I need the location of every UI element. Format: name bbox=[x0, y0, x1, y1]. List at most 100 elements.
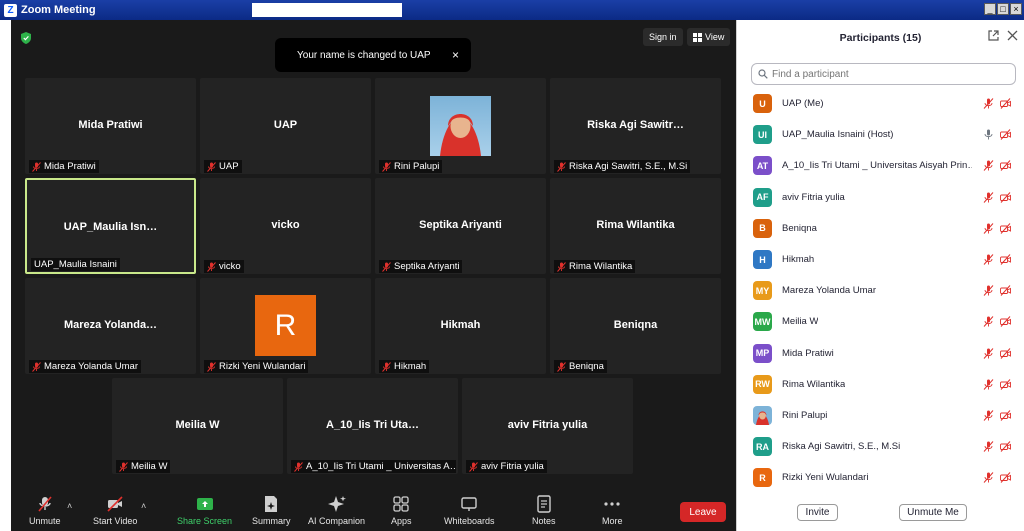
microphone-muted-icon[interactable] bbox=[983, 191, 994, 203]
participant-row[interactable]: MP Mida Pratiwi bbox=[737, 338, 1024, 369]
participant-row[interactable]: H Hikmah bbox=[737, 244, 1024, 275]
video-tile[interactable]: aviv Fitria yulia aviv Fitria yulia bbox=[462, 378, 633, 474]
share-screen-button[interactable]: Share Screen bbox=[177, 495, 232, 526]
microphone-muted-icon[interactable] bbox=[983, 316, 994, 328]
participant-row[interactable]: RA Riska Agi Sawitri, S.E., M.Si bbox=[737, 431, 1024, 462]
camera-off-icon[interactable] bbox=[1000, 347, 1011, 359]
participant-row[interactable]: AF aviv Fitria yulia bbox=[737, 182, 1024, 213]
camera-off-icon[interactable] bbox=[1000, 316, 1011, 328]
participant-name: UAP (Me) bbox=[782, 98, 824, 109]
view-label: View bbox=[705, 32, 725, 42]
whiteboards-button[interactable]: Whiteboards bbox=[444, 495, 495, 526]
camera-off-icon[interactable] bbox=[1000, 129, 1011, 141]
camera-off-icon[interactable] bbox=[1000, 378, 1011, 390]
video-tile[interactable]: UAP_Maulia Isn… UAP_Maulia Isnaini bbox=[25, 178, 196, 274]
video-tile[interactable]: Riska Agi Sawitr… Riska Agi Sawitri, S.E.… bbox=[550, 78, 721, 174]
unmute-button[interactable]: Unmute bbox=[29, 495, 61, 526]
leave-button[interactable]: Leave bbox=[680, 502, 726, 522]
microphone-muted-icon bbox=[32, 361, 41, 372]
participant-status-icons bbox=[983, 129, 1011, 141]
video-tile[interactable]: A_10_Iis Tri Uta… A_10_Iis Tri Utami _ Un… bbox=[287, 378, 458, 474]
toast-message: Your name is changed to UAP bbox=[297, 49, 431, 61]
video-tile[interactable]: R Rizki Yeni Wulandari bbox=[200, 278, 371, 374]
participant-row[interactable]: Rini Palupi bbox=[737, 400, 1024, 431]
chevron-up-icon[interactable]: ˄ bbox=[67, 501, 72, 511]
search-input[interactable] bbox=[772, 68, 1002, 80]
video-tile[interactable]: Septika Ariyanti Septika Ariyanti bbox=[375, 178, 546, 274]
camera-off-icon[interactable] bbox=[1000, 472, 1011, 484]
participant-status-icons bbox=[983, 254, 1011, 265]
window-titlebar: Z Zoom Meeting _ □ × bbox=[0, 0, 1024, 20]
tile-name-label: Riska Agi Sawitri, S.E., M.Si bbox=[554, 160, 691, 173]
camera-off-icon[interactable] bbox=[1000, 410, 1011, 421]
notes-button[interactable]: Notes bbox=[532, 495, 556, 526]
close-icon[interactable]: × bbox=[452, 48, 459, 62]
microphone-muted-icon[interactable] bbox=[983, 441, 994, 453]
invite-button[interactable]: Invite bbox=[797, 504, 838, 521]
close-window-icon[interactable]: × bbox=[1010, 3, 1022, 15]
participant-row[interactable]: UI UAP_Maulia Isnaini (Host) bbox=[737, 119, 1024, 150]
summary-button[interactable]: Summary bbox=[252, 495, 291, 526]
tile-display-name: UAP bbox=[273, 119, 298, 131]
video-tile[interactable]: Mida Pratiwi Mida Pratiwi bbox=[25, 78, 196, 174]
microphone-muted-icon bbox=[382, 261, 391, 272]
participant-row[interactable]: MY Mareza Yolanda Umar bbox=[737, 275, 1024, 306]
maximize-icon[interactable]: □ bbox=[997, 3, 1009, 15]
participant-row[interactable]: B Beniqna bbox=[737, 213, 1024, 244]
microphone-muted-icon[interactable] bbox=[983, 410, 994, 421]
sign-in-button[interactable]: Sign in bbox=[643, 28, 683, 46]
microphone-icon[interactable] bbox=[983, 129, 994, 140]
pop-out-icon[interactable] bbox=[988, 30, 999, 41]
grid-icon bbox=[693, 32, 702, 42]
window-title: Zoom Meeting bbox=[21, 4, 96, 16]
camera-off-icon[interactable] bbox=[1000, 98, 1011, 109]
camera-off-icon[interactable] bbox=[1000, 254, 1011, 265]
participant-name: Hikmah bbox=[782, 254, 815, 265]
microphone-muted-icon bbox=[557, 161, 566, 172]
video-tile[interactable]: Meilia W Meilia W bbox=[112, 378, 283, 474]
microphone-muted-icon[interactable] bbox=[983, 254, 994, 265]
camera-off-icon[interactable] bbox=[1000, 285, 1011, 297]
participant-row[interactable]: RW Rima Wilantika bbox=[737, 369, 1024, 400]
microphone-muted-icon[interactable] bbox=[983, 472, 994, 484]
more-button[interactable]: More bbox=[602, 495, 623, 526]
video-tile[interactable]: Rima Wilantika Rima Wilantika bbox=[550, 178, 721, 274]
video-tile[interactable]: vicko vicko bbox=[200, 178, 371, 274]
camera-off-icon[interactable] bbox=[1000, 441, 1011, 453]
video-tile[interactable]: UAP UAP bbox=[200, 78, 371, 174]
camera-off-icon[interactable] bbox=[1000, 160, 1011, 172]
close-icon[interactable] bbox=[1007, 30, 1018, 41]
microphone-muted-icon[interactable] bbox=[983, 285, 994, 297]
video-tile[interactable]: Mareza Yolanda… Mareza Yolanda Umar bbox=[25, 278, 196, 374]
participant-row[interactable]: R Rizki Yeni Wulandari bbox=[737, 462, 1024, 493]
camera-off-icon[interactable] bbox=[1000, 222, 1011, 234]
microphone-muted-icon[interactable] bbox=[983, 378, 994, 390]
tile-display-name: vicko bbox=[271, 219, 300, 231]
view-button[interactable]: View bbox=[687, 28, 731, 46]
participant-row[interactable]: AT A_10_Iis Tri Utami _ Universitas Aisya… bbox=[737, 150, 1024, 181]
participant-name: aviv Fitria yulia bbox=[782, 191, 845, 203]
participant-row[interactable]: U UAP (Me) bbox=[737, 88, 1024, 119]
microphone-muted-icon[interactable] bbox=[983, 160, 994, 172]
minimize-icon[interactable]: _ bbox=[984, 3, 996, 15]
participant-row[interactable]: MW Meilia W bbox=[737, 306, 1024, 337]
camera-off-icon[interactable] bbox=[1000, 191, 1011, 203]
microphone-muted-icon[interactable] bbox=[983, 222, 994, 234]
microphone-muted-icon[interactable] bbox=[983, 347, 994, 359]
video-tile[interactable]: Beniqna Beniqna bbox=[550, 278, 721, 374]
ai-companion-button[interactable]: AI Companion bbox=[308, 495, 365, 526]
microphone-muted-icon bbox=[119, 461, 128, 472]
video-tile[interactable]: Rini Palupi bbox=[375, 78, 546, 174]
participant-search[interactable] bbox=[751, 63, 1016, 85]
tile-display-name: Meilia W bbox=[175, 419, 220, 431]
tile-display-name: Beniqna bbox=[613, 319, 658, 331]
tile-name-label: Hikmah bbox=[379, 360, 430, 373]
chevron-up-icon[interactable]: ˄ bbox=[141, 501, 146, 511]
microphone-muted-icon[interactable] bbox=[983, 98, 994, 109]
unmute-me-button[interactable]: Unmute Me bbox=[899, 504, 967, 521]
video-tile[interactable]: Hikmah Hikmah bbox=[375, 278, 546, 374]
apps-button[interactable]: Apps bbox=[391, 495, 412, 526]
tile-display-name: Mareza Yolanda… bbox=[63, 319, 158, 331]
start-video-button[interactable]: Start Video bbox=[93, 495, 137, 526]
participant-status-icons bbox=[983, 441, 1011, 453]
